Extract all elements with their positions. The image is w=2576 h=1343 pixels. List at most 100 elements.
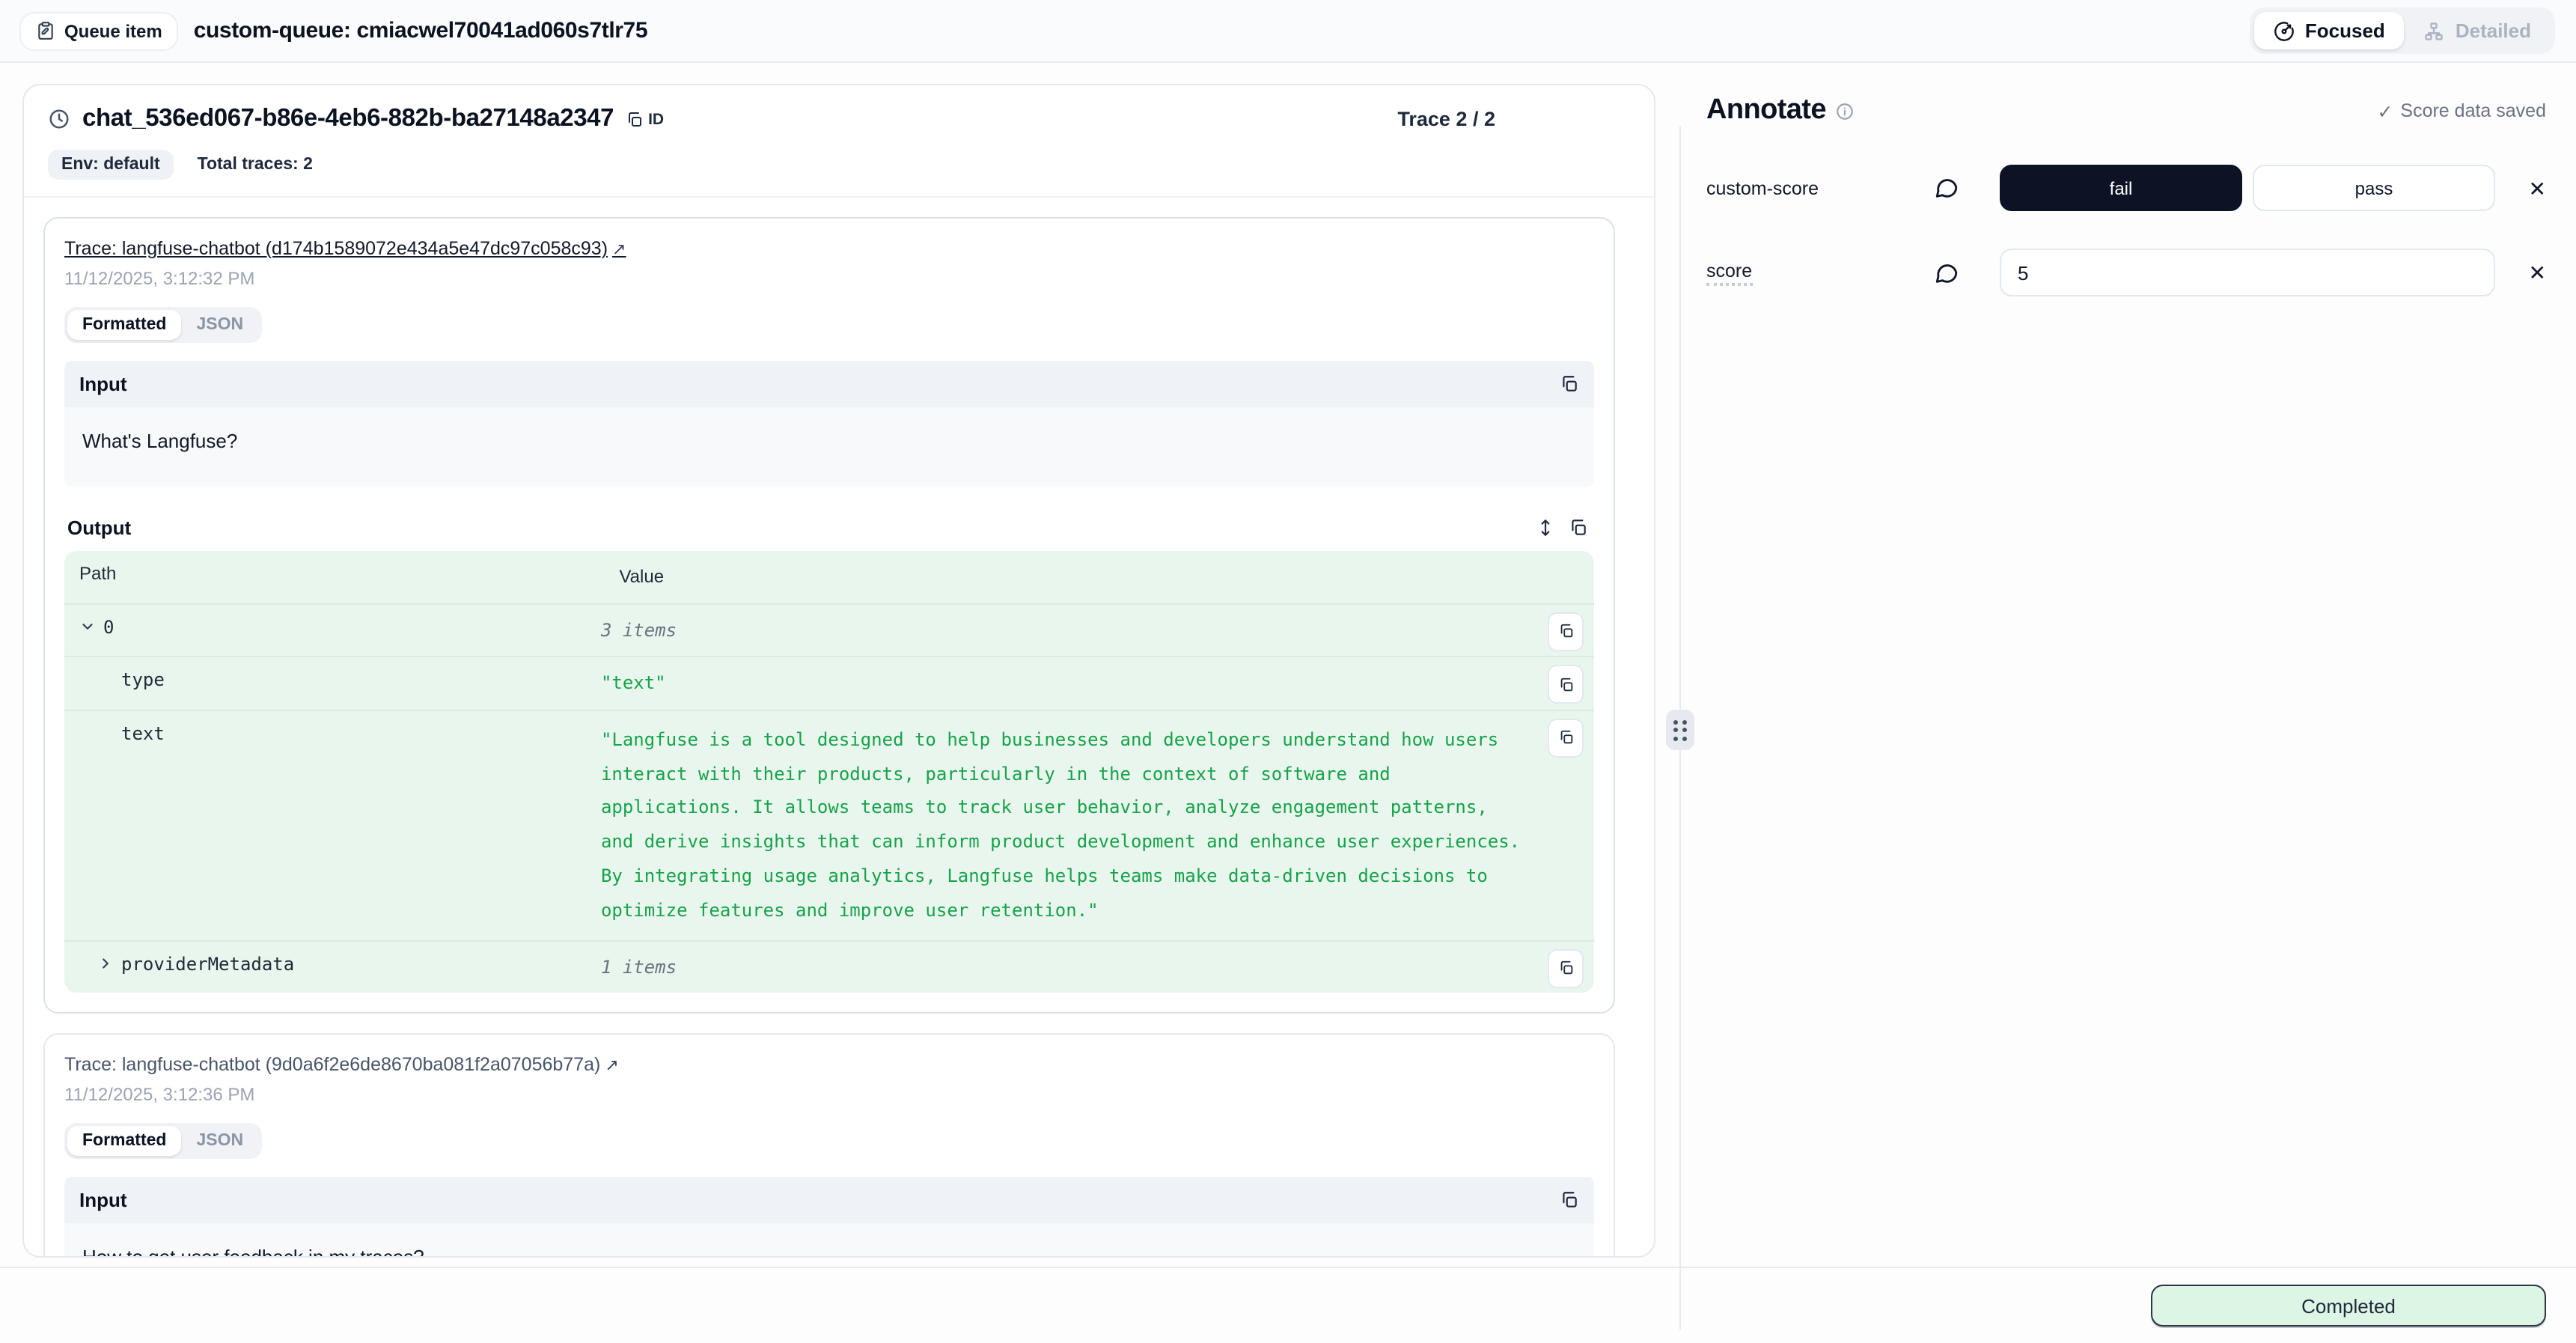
path-key: 0 xyxy=(103,616,114,637)
expand-vertical-icon[interactable] xyxy=(1536,518,1555,537)
trace-link-1[interactable]: Trace: langfuse-chatbot (d174b1589072e43… xyxy=(64,238,626,259)
trace-link-1-text: Trace: langfuse-chatbot (d174b1589072e43… xyxy=(64,238,608,259)
message-circle-icon xyxy=(1934,260,1959,285)
external-link-icon: ↗ xyxy=(605,1057,618,1075)
copy-icon xyxy=(1557,730,1574,746)
table-row: text "Langfuse is a tool designed to hel… xyxy=(64,710,1594,940)
input-section-header-2: Input xyxy=(64,1177,1594,1223)
chevron-right-icon[interactable] xyxy=(97,954,114,971)
queue-item-card: chat_536ed067-b86e-4eb6-882b-ba27148a234… xyxy=(22,84,1655,1258)
view-mode-focused-label: Focused xyxy=(2305,19,2385,42)
row-value: 3 items xyxy=(601,616,1528,644)
input-content-2: How to get user feedback in my traces? xyxy=(64,1223,1594,1256)
score-option-pass-button[interactable]: pass xyxy=(2253,165,2495,211)
score-row-custom-score: custom-score fail pass ✕ xyxy=(1706,165,2546,211)
score-name-label: score xyxy=(1706,260,1752,285)
trace-list: Trace: langfuse-chatbot (d174b1589072e43… xyxy=(24,198,1654,1256)
trace-viewer-region: chat_536ed067-b86e-4eb6-882b-ba27148a234… xyxy=(0,63,1679,1267)
copy-icon[interactable] xyxy=(1560,374,1579,394)
top-bar: Queue item custom-queue: cmiacwel70041ad… xyxy=(0,0,2576,63)
view-mode-focused[interactable]: Focused xyxy=(2254,12,2405,49)
copy-row-button[interactable] xyxy=(1548,665,1584,704)
info-icon[interactable] xyxy=(1835,101,1855,121)
queue-item-badge: Queue item xyxy=(21,13,177,49)
save-status: ✓ Score data saved xyxy=(2377,100,2546,122)
grip-dots-icon xyxy=(1674,719,1687,740)
copy-icon[interactable] xyxy=(1560,1190,1579,1210)
table-row: providerMetadata 1 items xyxy=(64,940,1594,993)
input-label-1: Input xyxy=(79,373,127,395)
panel-resize-handle[interactable] xyxy=(1666,710,1694,750)
env-badge: Env: default xyxy=(48,150,174,180)
message-circle-icon xyxy=(1934,175,1959,201)
remove-score-button[interactable]: ✕ xyxy=(2529,262,2546,283)
trace-preview-1: Trace: langfuse-chatbot (d174b1589072e43… xyxy=(43,217,1615,1014)
annotate-title: Annotate xyxy=(1706,94,1826,127)
score-name-label: custom-score xyxy=(1706,177,1819,198)
copy-icon xyxy=(1557,623,1574,639)
table-header-row: Path Value xyxy=(64,551,1594,603)
footer-bar: Completed xyxy=(0,1267,2576,1343)
tab-formatted-1[interactable]: Formatted xyxy=(67,310,181,340)
input-section-header-1: Input xyxy=(64,361,1594,407)
score-row-score: score ✕ xyxy=(1706,249,2546,296)
trace-link-2[interactable]: Trace: langfuse-chatbot (9d0a6f2e6de8670… xyxy=(64,1054,619,1075)
trace-preview-2: Trace: langfuse-chatbot (9d0a6f2e6de8670… xyxy=(43,1033,1615,1256)
copy-icon xyxy=(1557,960,1574,976)
row-value: "Langfuse is a tool designed to help bus… xyxy=(601,723,1528,928)
format-toggle-1: Formatted JSON xyxy=(64,307,261,343)
path-key: type xyxy=(121,669,165,690)
view-mode-toggle: Focused Detailed xyxy=(2250,7,2555,54)
trace-link-2-text: Trace: langfuse-chatbot (9d0a6f2e6de8670… xyxy=(64,1054,600,1075)
tab-json-2[interactable]: JSON xyxy=(181,1126,258,1156)
gauge-icon xyxy=(2274,20,2295,41)
tab-formatted-2[interactable]: Formatted xyxy=(67,1126,181,1156)
output-json-table-1: Path Value 0 3 items xyxy=(64,551,1594,993)
trace-counter: Trace 2 / 2 xyxy=(1397,108,1627,130)
id-label: ID xyxy=(648,110,664,128)
completed-button[interactable]: Completed xyxy=(2151,1285,2546,1327)
path-key: text xyxy=(121,723,165,744)
row-value: 1 items xyxy=(601,953,1528,981)
queue-item-card-header: chat_536ed067-b86e-4eb6-882b-ba27148a234… xyxy=(24,85,1654,196)
value-column-header: Value xyxy=(619,563,1579,591)
view-mode-detailed-label: Detailed xyxy=(2456,19,2531,42)
score-option-fail-button[interactable]: fail xyxy=(2000,165,2242,211)
copy-icon xyxy=(626,110,644,128)
view-mode-detailed[interactable]: Detailed xyxy=(2405,12,2551,49)
queue-item-badge-label: Queue item xyxy=(64,20,162,41)
remove-score-button[interactable]: ✕ xyxy=(2529,177,2546,198)
format-toggle-2: Formatted JSON xyxy=(64,1123,261,1159)
chevron-down-icon[interactable] xyxy=(79,618,96,634)
tab-json-1[interactable]: JSON xyxy=(181,310,258,340)
copy-id-button[interactable]: ID xyxy=(626,110,664,128)
main-area: chat_536ed067-b86e-4eb6-882b-ba27148a234… xyxy=(0,63,2576,1267)
row-value: "text" xyxy=(601,669,1528,697)
copy-row-button[interactable] xyxy=(1548,948,1584,987)
copy-row-button[interactable] xyxy=(1548,719,1584,758)
table-row: 0 3 items xyxy=(64,603,1594,656)
page-title: custom-queue: cmiacwel70041ad060s7tlr75 xyxy=(194,18,647,43)
comment-button[interactable] xyxy=(1934,260,1959,285)
clipboard-pen-icon xyxy=(36,21,55,40)
check-icon: ✓ xyxy=(2377,100,2393,122)
output-section-header-1: Output xyxy=(64,505,1594,551)
score-value-input[interactable] xyxy=(2000,249,2495,296)
input-content-1: What's Langfuse? xyxy=(64,407,1594,487)
clock-icon xyxy=(48,108,70,130)
total-traces-label: Total traces: 2 xyxy=(198,156,313,174)
path-key: providerMetadata xyxy=(121,953,294,974)
queue-item-page: Queue item custom-queue: cmiacwel70041ad… xyxy=(0,0,2576,1343)
path-column-header: Path xyxy=(79,563,619,584)
copy-row-button[interactable] xyxy=(1548,612,1584,651)
comment-button[interactable] xyxy=(1934,175,1959,201)
copy-icon xyxy=(1557,676,1574,692)
output-label-1: Output xyxy=(67,517,131,539)
annotate-panel: Annotate ✓ Score data saved custom-score… xyxy=(1679,63,2576,1267)
tree-icon xyxy=(2424,20,2445,41)
copy-icon[interactable] xyxy=(1569,518,1588,537)
input-label-2: Input xyxy=(79,1189,127,1211)
item-title: chat_536ed067-b86e-4eb6-882b-ba27148a234… xyxy=(82,105,614,133)
trace-timestamp-2: 11/12/2025, 3:12:36 PM xyxy=(64,1084,1594,1105)
external-link-icon: ↗ xyxy=(612,241,626,259)
